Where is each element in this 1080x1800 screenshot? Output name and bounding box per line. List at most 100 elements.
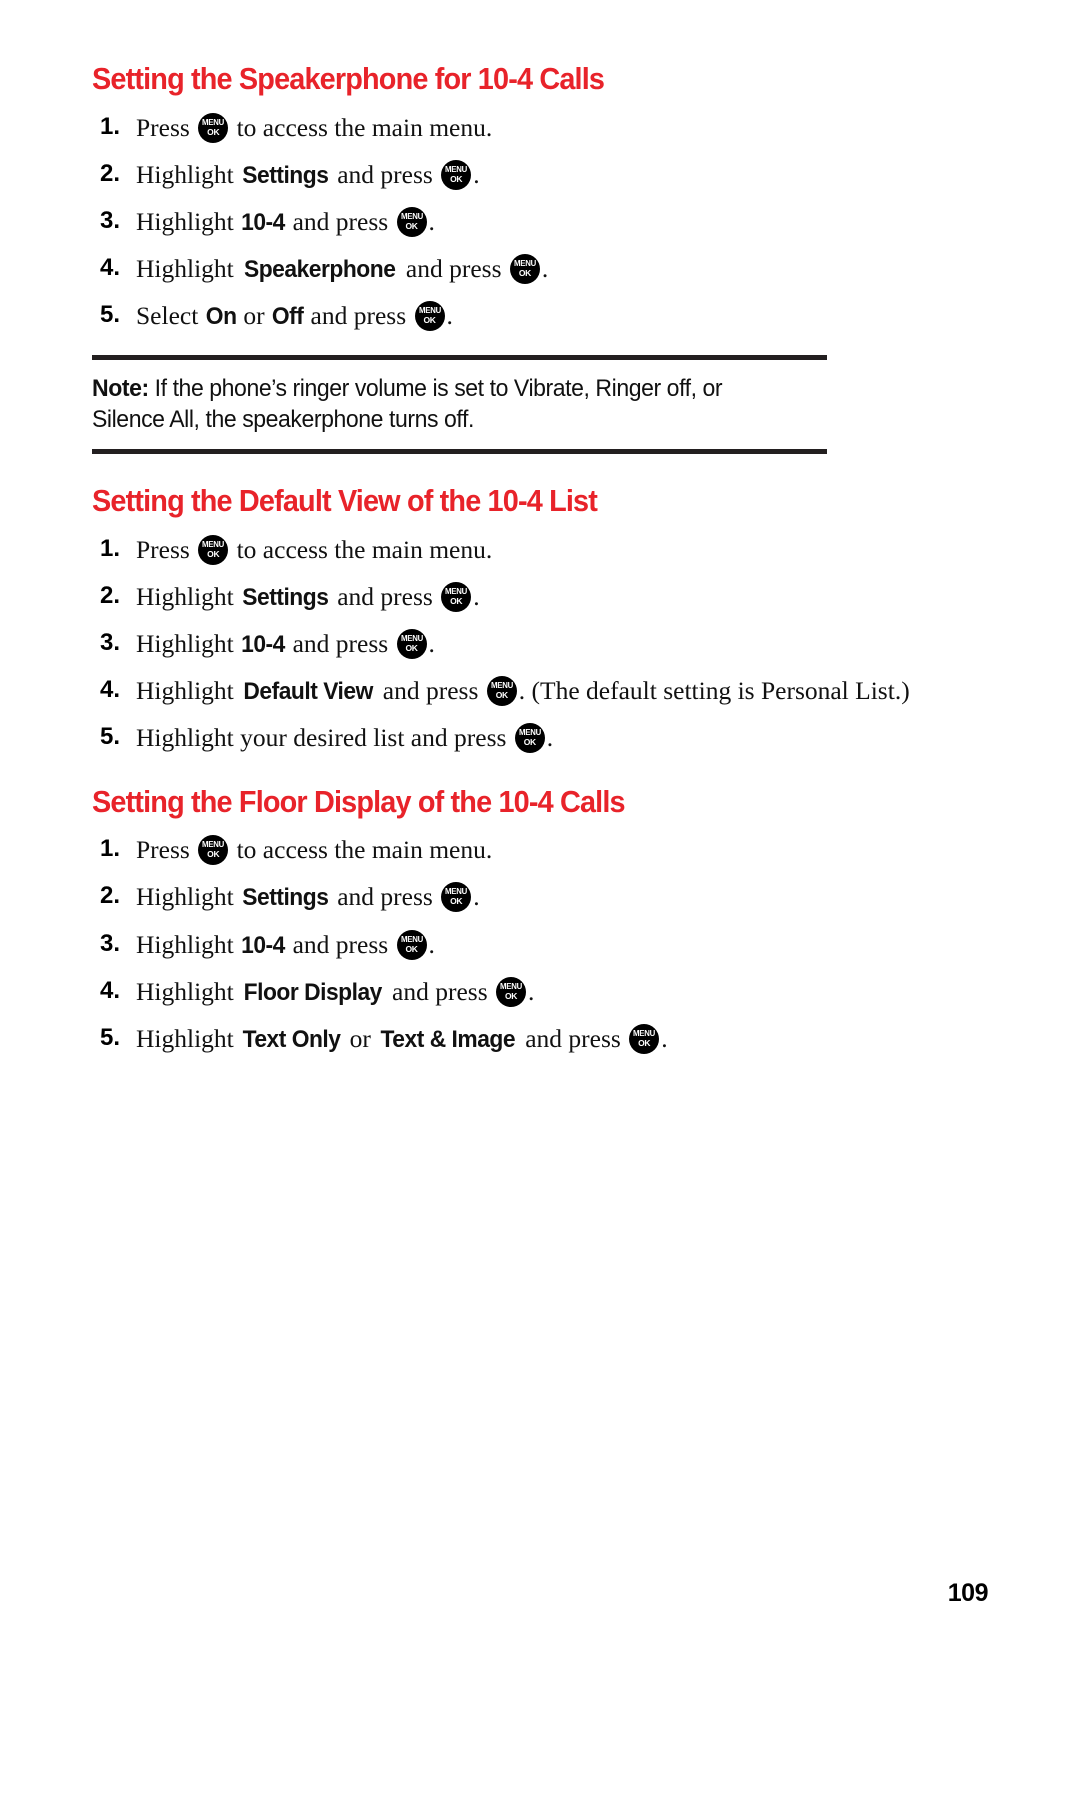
step-text-fragment: to access the main menu. (230, 112, 493, 142)
step-text-fragment: . (428, 629, 435, 659)
ui-term: Settings (242, 583, 329, 611)
step-number: 1 (100, 533, 120, 564)
step-text-fragment: Press (136, 112, 197, 142)
step-number: 4 (100, 252, 120, 283)
ui-term: Off (271, 303, 304, 331)
ui-term: Speakerphone (244, 256, 396, 284)
menu-key-bottom-label: OK (405, 221, 418, 232)
menu-key-top-label: MENU (202, 116, 225, 127)
step-text-fragment: to access the main menu. (230, 534, 493, 564)
step-text-fragment: and press (286, 629, 395, 659)
ui-term: Settings (242, 884, 329, 912)
note-label: Note: (92, 374, 149, 402)
menu-key-top-label: MENU (445, 585, 468, 596)
step-number: 3 (100, 928, 120, 959)
menu-ok-key-icon: MENU OK (509, 254, 540, 285)
menu-key-top-label: MENU (633, 1027, 656, 1038)
menu-key-top-label: MENU (518, 727, 541, 738)
step-text-fragment: to access the main menu. (230, 835, 493, 865)
step-text-fragment: . (428, 207, 435, 237)
step-item: 5 Select On or Off and press MENUOK. (92, 299, 922, 332)
step-text: Highlight Default View and press MENU OK.… (136, 676, 910, 707)
step-list: 1Press MENUOK to access the main menu.2H… (92, 111, 922, 333)
step-text-fragment: Highlight (136, 581, 241, 611)
section-heading: Setting the Floor Display of the 10-4 Ca… (92, 783, 626, 819)
step-number: 1 (100, 833, 120, 864)
menu-key-bottom-label: OK (207, 548, 220, 559)
step-text-fragment: . (528, 976, 535, 1006)
menu-ok-key-icon: MENU OK (441, 882, 472, 913)
ui-term: Text Only (242, 1025, 341, 1053)
section-heading: Setting the Speakerphone for 10-4 Calls (92, 61, 605, 96)
step-number: 5 (100, 721, 120, 752)
step-number: 2 (100, 580, 120, 611)
menu-key-bottom-label: OK (207, 849, 220, 860)
step-text-fragment: and press (518, 1023, 628, 1053)
step-text-fragment: . (428, 929, 435, 959)
menu-key-bottom-label: OK (450, 595, 463, 606)
section-speakerphone: Setting the Speakerphone for 10-4 Calls 1… (92, 61, 922, 454)
step-list: 1Press MENUOK to access the main menu.2H… (92, 833, 922, 1055)
step-text-fragment: Highlight (136, 976, 241, 1006)
ui-term: 10-4 (241, 931, 286, 959)
menu-key-bottom-label: OK (405, 943, 418, 954)
menu-key-top-label: MENU (500, 980, 522, 991)
ui-term: 10-4 (241, 631, 286, 659)
menu-key-bottom-label: OK (450, 173, 463, 184)
menu-key-bottom-label: OK (405, 643, 418, 654)
step-text-fragment: Highlight (136, 629, 241, 659)
step-text: Highlight 10-4 and press MENU OK. (136, 207, 435, 238)
step-number: 4 (100, 674, 120, 705)
step-number: 1 (100, 111, 120, 142)
step-text: Select On or Off and press MENU OK. (136, 301, 453, 332)
note-text: Note: If the phone’s ringer volume is se… (92, 373, 798, 435)
menu-ok-key-icon: MENU OK (396, 929, 427, 960)
ui-term: Floor Display (243, 978, 383, 1006)
menu-key-top-label: MENU (400, 933, 423, 944)
menu-key-bottom-label: OK (423, 315, 436, 326)
note-block: Note: If the phone’s ringer volume is se… (92, 354, 827, 454)
step-text-fragment: or (343, 1023, 378, 1053)
menu-key-bottom-label: OK (207, 126, 220, 137)
step-number: 2 (100, 158, 120, 189)
step-text-fragment: and press (330, 581, 440, 611)
ui-term: Text & Image (380, 1025, 516, 1053)
step-item: 1 Press MENUOK to access the main menu. (92, 111, 922, 144)
step-item: 2 Highlight Settings and press MENUOK. (92, 580, 922, 613)
step-item: 5 Highlight Text Only or Text & Image and… (92, 1022, 922, 1055)
step-item: 4 Highlight Speakerphone and press MENUOK… (92, 252, 922, 285)
menu-ok-key-icon: MENU OK (198, 534, 229, 565)
menu-key-bottom-label: OK (518, 268, 531, 279)
menu-ok-key-icon: MENU OK (198, 112, 229, 143)
menu-ok-key-icon: MENU OK (486, 676, 517, 707)
step-list: 1Press MENUOK to access the main menu.2H… (92, 533, 922, 755)
menu-ok-key-icon: MENU OK (514, 723, 545, 754)
step-text: Highlight Settings and press MENU OK. (136, 882, 480, 913)
step-text-fragment: Highlight (136, 676, 241, 706)
step-text-fragment: Highlight (136, 254, 241, 284)
step-text: Highlight Floor Display and press MENU OK… (136, 976, 535, 1007)
manual-page: Setting the Speakerphone for 10-4 Calls 1… (0, 0, 1080, 1800)
step-number: 5 (100, 299, 120, 330)
step-text: Highlight Text Only or Text & Image and … (136, 1023, 668, 1054)
step-text-fragment: Highlight (136, 159, 241, 189)
step-text-fragment: . (473, 882, 480, 912)
step-text-fragment: and press (330, 159, 440, 189)
menu-key-top-label: MENU (400, 211, 423, 222)
step-text: Press MENU OK to access the main menu. (136, 112, 493, 143)
menu-key-bottom-label: OK (450, 896, 463, 907)
step-number: 2 (100, 880, 120, 911)
step-item: 4 Highlight Default View and press MENUOK… (92, 674, 922, 707)
ui-term: Default View (243, 678, 374, 706)
step-text-fragment: Highlight (136, 929, 241, 959)
step-text-fragment: and press (376, 676, 485, 706)
step-text: Highlight your desired list and press ME… (136, 723, 554, 754)
ui-term: 10-4 (241, 209, 286, 237)
page-number: 109 (947, 1579, 989, 1607)
step-item: 2 Highlight Settings and press MENUOK. (92, 158, 922, 191)
page-content: Setting the Speakerphone for 10-4 Calls 1… (92, 61, 922, 1101)
menu-key-top-label: MENU (490, 680, 513, 691)
step-text-fragment: Highlight (136, 1023, 241, 1053)
step-text-fragment: . (546, 723, 554, 753)
